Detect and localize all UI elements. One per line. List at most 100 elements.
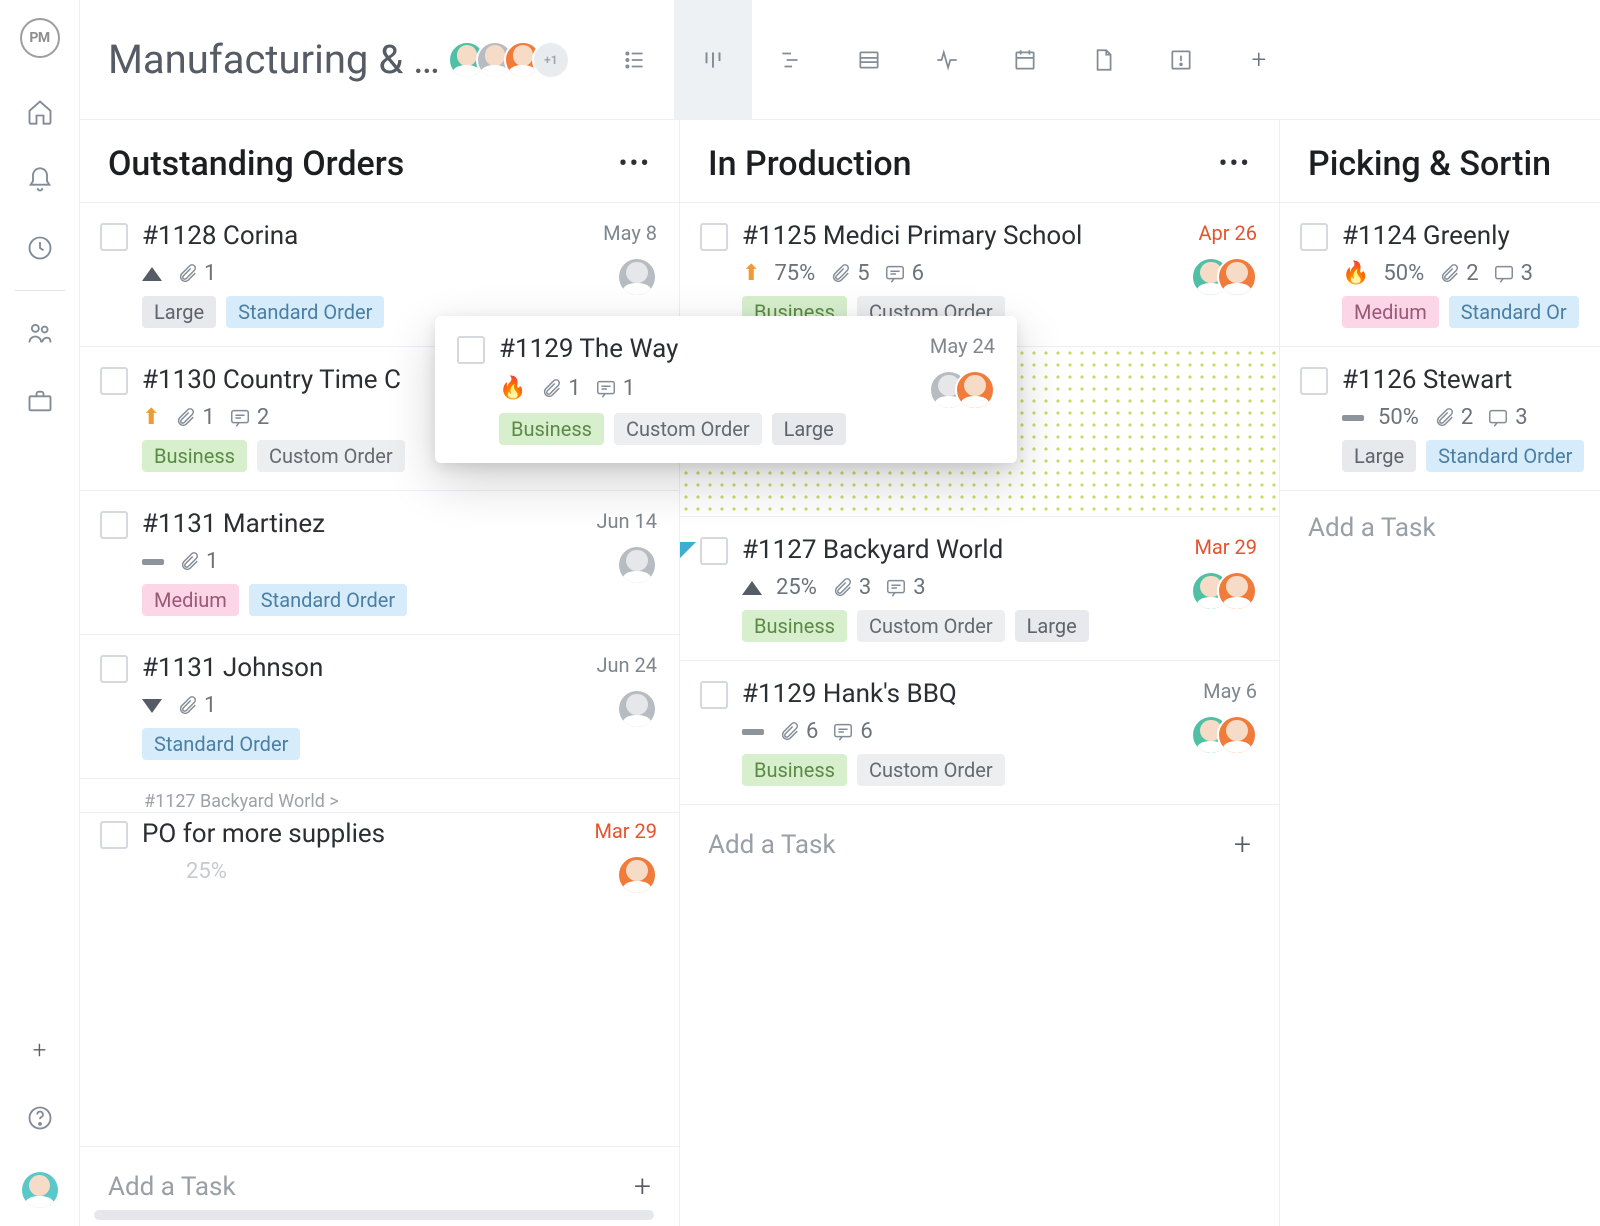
priority-up-icon [142, 267, 162, 281]
column-in-production: In Production ••• #1125 Medici Primary S… [680, 120, 1280, 1226]
priority-arrow-icon: ⬆ [742, 261, 760, 286]
task-checkbox[interactable] [100, 511, 128, 539]
assignee-avatar[interactable] [955, 370, 995, 410]
home-icon[interactable] [26, 98, 54, 126]
task-date: Apr 26 [1199, 221, 1258, 245]
tab-board[interactable] [674, 0, 752, 120]
tag: Business [142, 440, 247, 472]
tab-file[interactable] [1064, 0, 1142, 120]
member-avatars[interactable]: +1 [458, 41, 570, 79]
attachments-count: 1 [178, 549, 218, 574]
top-bar: Manufacturing & … +1 + [80, 0, 1600, 120]
team-icon[interactable] [26, 319, 54, 347]
task-date: Jun 24 [596, 653, 657, 677]
assignee-avatar[interactable] [617, 257, 657, 297]
assignee-avatar[interactable] [1217, 257, 1257, 297]
assignee-avatar[interactable] [1217, 715, 1257, 755]
tag: Standard Order [1426, 440, 1584, 472]
task-card[interactable]: #1131 Johnson 1 Standard Order [80, 634, 679, 778]
bell-icon[interactable] [26, 166, 54, 194]
briefcase-icon[interactable] [26, 387, 54, 415]
user-avatar[interactable] [22, 1172, 58, 1208]
task-card[interactable]: #1129 Hank's BBQ 6 6 Business Custom Ord… [680, 660, 1279, 804]
task-checkbox[interactable] [700, 681, 728, 709]
attachments-count: 5 [829, 261, 869, 286]
column-title: Outstanding Orders [108, 144, 404, 184]
view-tabs: + [596, 0, 1298, 120]
dragged-task-card[interactable]: #1129 The Way 🔥 1 1 Business Custom Orde… [435, 316, 1017, 463]
task-date: Jun 14 [596, 509, 657, 533]
task-progress: 75% [774, 261, 815, 286]
comments-count: 1 [595, 376, 635, 401]
avatar-more[interactable]: +1 [532, 41, 570, 79]
add-task-button[interactable]: Add a Task [1280, 490, 1600, 565]
tag: Business [742, 610, 847, 642]
tag: Business [499, 413, 604, 445]
horizontal-scrollbar[interactable] [94, 1210, 654, 1220]
task-card[interactable]: #1127 Backyard World 25% 3 3 Business Cu [680, 516, 1279, 660]
task-title: #1125 Medici Primary School [742, 221, 1185, 251]
tag: Large [1015, 610, 1089, 642]
priority-dash-icon [1342, 415, 1364, 421]
assignee-avatar[interactable] [1217, 571, 1257, 611]
tag: Custom Order [857, 610, 1005, 642]
comments-count: 3 [1487, 405, 1527, 430]
task-checkbox[interactable] [700, 223, 728, 251]
task-checkbox[interactable] [457, 336, 485, 364]
task-checkbox[interactable] [100, 821, 128, 849]
task-title: #1131 Martinez [142, 509, 582, 539]
subtask-breadcrumb[interactable]: #1127 Backyard World > [80, 778, 679, 812]
clock-icon[interactable] [26, 234, 54, 262]
plus-icon: + [1234, 827, 1251, 862]
comments-count: 6 [884, 261, 924, 286]
tag: Custom Order [257, 440, 405, 472]
attachments-count: 3 [831, 575, 871, 600]
add-nav-icon[interactable]: + [33, 1036, 47, 1064]
task-checkbox[interactable] [1300, 223, 1328, 251]
assignee-avatar[interactable] [617, 855, 657, 895]
project-title[interactable]: Manufacturing & … [108, 36, 440, 83]
add-task-button[interactable]: Add a Task+ [680, 804, 1279, 884]
priority-arrow-icon: ⬆ [142, 405, 160, 430]
assignee-avatar[interactable] [617, 545, 657, 585]
tab-calendar[interactable] [986, 0, 1064, 120]
attachments-count: 1 [540, 376, 580, 401]
priority-dash-icon [142, 559, 164, 565]
task-date: May 24 [930, 334, 995, 358]
task-card[interactable]: #1131 Martinez 1 Medium Standard Order [80, 490, 679, 634]
tag: Medium [1342, 296, 1439, 328]
tab-list[interactable] [596, 0, 674, 120]
task-card[interactable]: #1126 Stewart 50% 2 3 Large Standard Ord [1280, 346, 1600, 490]
priority-fire-icon: 🔥 [499, 376, 526, 401]
task-title: PO for more supplies [142, 819, 580, 849]
task-checkbox[interactable] [100, 367, 128, 395]
column-picking-sorting: Picking & Sortin #1124 Greenly 🔥 50% 2 [1280, 120, 1600, 1226]
task-checkbox[interactable] [1300, 367, 1328, 395]
attachments-count: 1 [174, 405, 214, 430]
attachments-count: 2 [1438, 261, 1478, 286]
tab-pulse[interactable] [908, 0, 986, 120]
tab-table[interactable] [830, 0, 908, 120]
task-title: #1128 Corina [142, 221, 589, 251]
task-checkbox[interactable] [700, 537, 728, 565]
assignee-avatar[interactable] [617, 689, 657, 729]
tag: Business [742, 754, 847, 786]
app-logo[interactable]: PM [20, 18, 60, 58]
task-progress: 50% [1378, 405, 1419, 430]
tag: Large [772, 413, 846, 445]
column-menu-icon[interactable]: ••• [619, 149, 651, 179]
plus-icon: + [634, 1169, 651, 1204]
attachments-count: 1 [176, 261, 216, 286]
tab-gantt[interactable] [752, 0, 830, 120]
task-checkbox[interactable] [100, 223, 128, 251]
tab-add[interactable]: + [1220, 0, 1298, 120]
tab-risk[interactable] [1142, 0, 1220, 120]
task-checkbox[interactable] [100, 655, 128, 683]
side-nav: PM + [0, 0, 80, 1226]
tag: Standard Order [249, 584, 407, 616]
column-menu-icon[interactable]: ••• [1219, 149, 1251, 179]
task-card[interactable]: PO for more supplies 25% Mar 29 [80, 812, 679, 913]
task-date: Mar 29 [1194, 535, 1257, 559]
help-icon[interactable] [26, 1104, 54, 1132]
task-card[interactable]: #1124 Greenly 🔥 50% 2 3 Medium Standard [1280, 202, 1600, 346]
